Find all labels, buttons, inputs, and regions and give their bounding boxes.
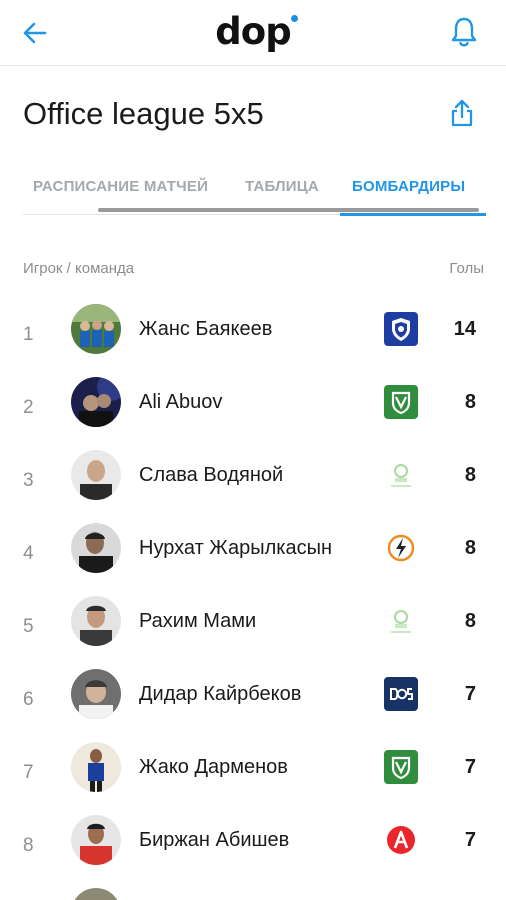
- tab-schedule[interactable]: РАСПИСАНИЕ МАТЧЕЙ: [33, 178, 208, 195]
- player-name: Биржан Абишев: [139, 829, 290, 851]
- tab-bar: РАСПИСАНИЕ МАТЧЕЙ ТАБЛИЦА БОМБАРДИРЫ: [23, 168, 486, 218]
- notification-bell-icon[interactable]: [450, 16, 478, 48]
- red-a-team-logo-icon: [384, 823, 418, 857]
- player-rank: 6: [23, 689, 34, 710]
- avatar: [71, 450, 121, 500]
- green-crest-team-logo-icon: [384, 385, 418, 419]
- green-crest-team-logo-icon: [384, 750, 418, 784]
- player-goals: 14: [453, 318, 476, 340]
- avatar: [71, 669, 121, 719]
- tab-table[interactable]: ТАБЛИЦА: [245, 178, 319, 195]
- player-goals: 8: [464, 464, 476, 486]
- table-row[interactable]: 8 Биржан Абишев 7: [0, 815, 506, 888]
- player-goals: 7: [464, 683, 476, 705]
- table-row[interactable]: 3 Слава Водяной 8: [0, 450, 506, 523]
- avatar: [71, 596, 121, 646]
- player-goals: 8: [464, 391, 476, 413]
- dos-team-logo-icon: [384, 677, 418, 711]
- player-goals: 8: [464, 537, 476, 559]
- player-name: Дидар Кайрбеков: [139, 683, 302, 705]
- page-title: Office league 5x5: [23, 96, 264, 131]
- column-header-goals: Голы: [449, 260, 484, 277]
- player-rank: 5: [23, 616, 34, 637]
- column-header-player: Игрок / команда: [23, 260, 135, 277]
- player-rank: 1: [23, 324, 34, 345]
- player-name: Жако Дарменов: [139, 756, 288, 778]
- avatar: [71, 377, 121, 427]
- player-rank: 8: [23, 835, 34, 856]
- lightning-team-logo-icon: [384, 531, 418, 565]
- logo-dot-icon: [291, 15, 298, 22]
- table-row[interactable]: 7 Жако Дарменов 7: [0, 742, 506, 815]
- player-goals: 7: [464, 756, 476, 778]
- active-tab-indicator: [340, 213, 486, 216]
- player-goals: 8: [464, 610, 476, 632]
- player-goals: 7: [464, 829, 476, 851]
- avatar: [71, 523, 121, 573]
- share-icon[interactable]: [449, 98, 475, 128]
- light-green-team-logo-icon: [384, 458, 418, 492]
- table-row[interactable]: 1 Жанс Баякеев 14: [0, 304, 506, 377]
- tabs-scrollbar[interactable]: [98, 208, 479, 212]
- avatar: [71, 304, 121, 354]
- player-name: Жанс Баякеев: [139, 318, 273, 340]
- player-rank: 7: [23, 762, 34, 783]
- table-row[interactable]: 5 Рахим Мами 8: [0, 596, 506, 669]
- table-row[interactable]: 4 Нурхат Жарылкасын 8: [0, 523, 506, 596]
- light-green-team-logo-icon: [384, 604, 418, 638]
- player-name: Ali Abuov: [139, 391, 223, 413]
- player-rank: 2: [23, 397, 34, 418]
- player-name: Рахим Мами: [139, 610, 257, 632]
- player-rank: 3: [23, 470, 34, 491]
- tab-scorers[interactable]: БОМБАРДИРЫ: [352, 178, 465, 195]
- player-name: Нурхат Жарылкасын: [139, 537, 333, 559]
- avatar: [71, 888, 121, 900]
- avatar: [71, 742, 121, 792]
- player-rank: 4: [23, 543, 34, 564]
- table-row[interactable]: 6 Дидар Кайрбеков 7: [0, 669, 506, 742]
- app-header: dop: [0, 0, 506, 66]
- app-logo: dop: [215, 10, 291, 53]
- table-row[interactable]: 2 Ali Abuov 8: [0, 377, 506, 450]
- shield-team-logo-icon: [384, 312, 418, 346]
- player-name: Слава Водяной: [139, 464, 284, 486]
- avatar: [71, 815, 121, 865]
